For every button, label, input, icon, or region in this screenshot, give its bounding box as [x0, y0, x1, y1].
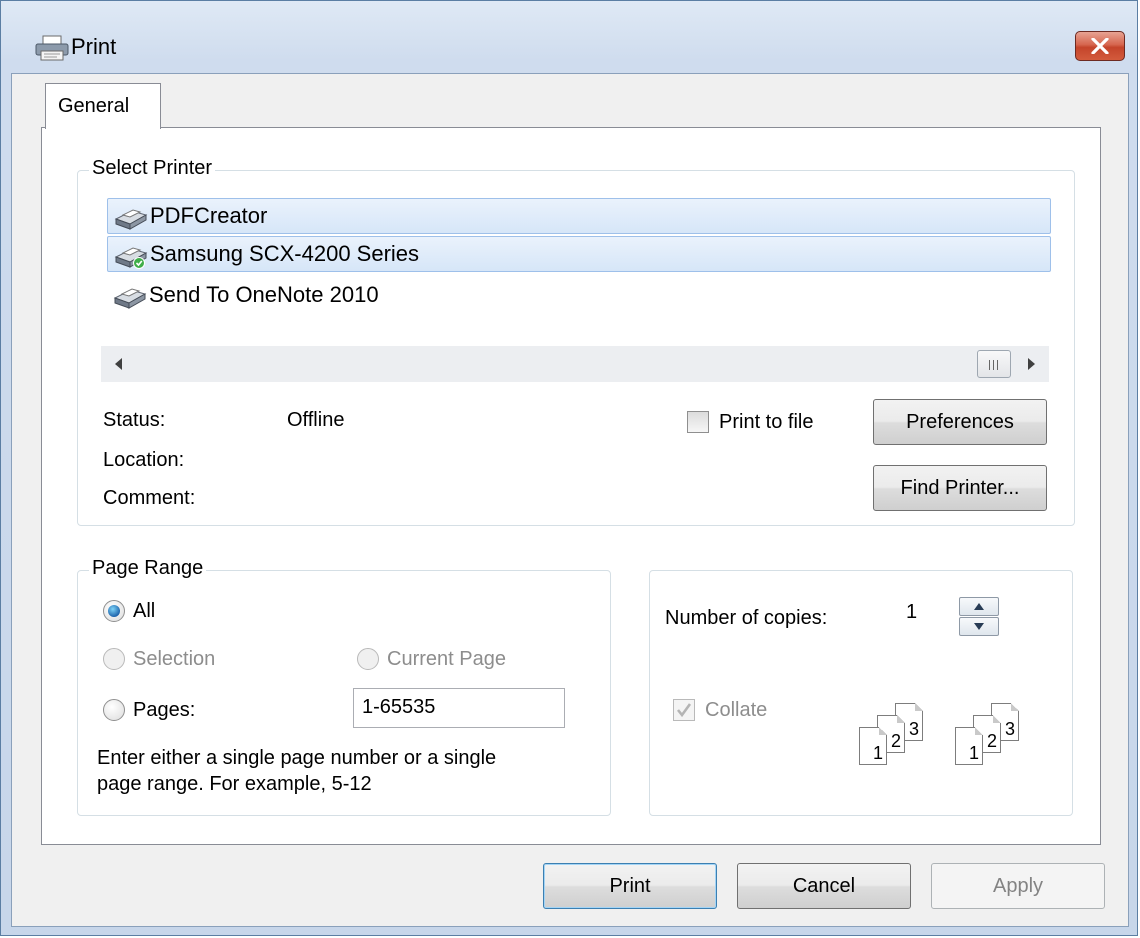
number-of-copies-label: Number of copies:: [665, 607, 828, 629]
window-title: Print: [71, 34, 117, 59]
copies-input[interactable]: 1: [897, 595, 963, 639]
page-range-legend: Page Range: [89, 557, 207, 580]
printer-name: PDFCreator: [150, 203, 268, 228]
tab-general[interactable]: General: [45, 83, 161, 129]
pages-input[interactable]: 1-65535: [353, 688, 565, 728]
pages-input-value: 1-65535: [362, 696, 436, 718]
find-printer-button[interactable]: Find Printer...: [873, 465, 1047, 511]
close-button[interactable]: [1075, 31, 1125, 61]
print-to-file-checkbox[interactable]: [687, 411, 709, 433]
printer-name: Samsung SCX-4200 Series: [150, 241, 420, 266]
location-label: Location:: [103, 449, 185, 471]
print-dialog-window: Print General Select Printer PDFCreator: [0, 0, 1138, 936]
pages-label[interactable]: Pages:: [133, 699, 195, 722]
spin-up-button[interactable]: [959, 597, 999, 616]
printer-icon: [35, 35, 69, 61]
current-page-label[interactable]: Current Page: [387, 648, 506, 671]
collate-checkbox[interactable]: [673, 699, 695, 721]
selection-radio[interactable]: [103, 648, 125, 670]
printer-list-scrollbar[interactable]: [101, 346, 1049, 382]
printer-icon: [113, 288, 147, 309]
all-label[interactable]: All: [133, 600, 155, 623]
title-bar[interactable]: Print: [1, 1, 1137, 71]
collate-illustration: 3 2 1 3 2 1: [849, 703, 1039, 773]
selection-label[interactable]: Selection: [133, 648, 215, 671]
collate-page-1: 1: [955, 727, 983, 765]
comment-label: Comment:: [103, 487, 196, 509]
status-value: Offline: [287, 409, 345, 431]
printer-icon: [114, 209, 148, 230]
pages-radio[interactable]: [103, 699, 125, 721]
close-icon: [1091, 38, 1109, 54]
scroll-right-arrow-icon[interactable]: [1027, 358, 1035, 370]
print-button[interactable]: Print: [543, 863, 717, 909]
printer-item-pdfcreator[interactable]: PDFCreator: [107, 198, 1051, 234]
spin-down-button[interactable]: [959, 617, 999, 636]
preferences-button[interactable]: Preferences: [873, 399, 1047, 445]
cancel-button[interactable]: Cancel: [737, 863, 911, 909]
printer-icon: [114, 247, 148, 269]
checkmark-icon: [676, 703, 692, 718]
status-label: Status:: [103, 409, 166, 431]
copies-input-value: 1: [906, 601, 918, 623]
arrow-down-icon: [974, 623, 984, 630]
copies-spinner[interactable]: [959, 597, 1003, 639]
all-radio[interactable]: [103, 600, 125, 622]
page-range-hint-line-1: Enter either a single page number or a s…: [97, 747, 497, 769]
page-range-hint-line-2: page range. For example, 5-12: [97, 773, 372, 795]
apply-button[interactable]: Apply: [931, 863, 1105, 909]
scroll-thumb[interactable]: [977, 350, 1011, 378]
scroll-left-arrow-icon[interactable]: [115, 358, 123, 370]
tab-label: General: [58, 95, 130, 117]
collate-label[interactable]: Collate: [705, 699, 767, 722]
collate-page-1: 1: [859, 727, 887, 765]
select-printer-legend: Select Printer: [89, 157, 216, 180]
printer-item-onenote[interactable]: Send To OneNote 2010: [107, 278, 1051, 314]
arrow-up-icon: [974, 603, 984, 610]
print-to-file-label[interactable]: Print to file: [719, 411, 813, 434]
printer-name: Send To OneNote 2010: [149, 282, 379, 307]
printer-item-samsung[interactable]: Samsung SCX-4200 Series: [107, 236, 1051, 272]
current-page-radio[interactable]: [357, 648, 379, 670]
